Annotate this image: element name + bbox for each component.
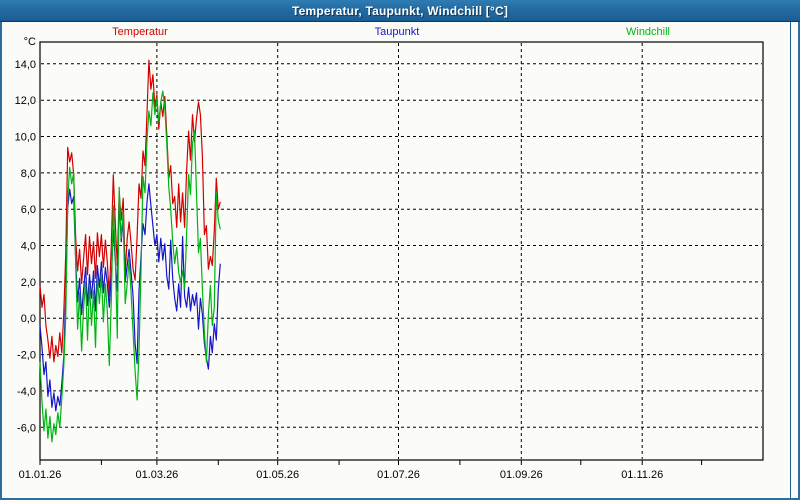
x-tick-label: 01.03.26 [135, 469, 178, 481]
y-tick-label: -6,0 [17, 422, 36, 434]
y-tick-label: -2,0 [17, 350, 36, 362]
x-tick-label: 01.01.26 [19, 469, 62, 481]
legend-label-windchill: Windchill [625, 26, 671, 38]
chart-legend: Temperatur Taupunkt Windchill [0, 24, 800, 40]
app-window: 14,0 12,0 10,0 8,0 6,0 4,0 2,0 0,0 -2,0 -4,0 -6,0 0… [0, 0, 800, 500]
panel-inner-border [790, 22, 791, 498]
title-bar[interactable]: Temperatur, Taupunkt, Windchill [°C] [0, 0, 800, 22]
legend-label-temperatur: Temperatur [112, 26, 168, 38]
x-tick-label: 01.09.26 [500, 469, 543, 481]
y-tick-label: 4,0 [21, 241, 36, 253]
x-tick-label: 01.07.26 [377, 469, 420, 481]
y-tick-label: 2,0 [21, 277, 36, 289]
legend-label-taupunkt: Taupunkt [374, 26, 420, 38]
y-tick-label: 14,0 [15, 59, 36, 71]
window-frame-left [0, 22, 2, 500]
y-tick-label: 8,0 [21, 168, 36, 180]
y-axis-unit-label: °C [23, 36, 36, 48]
chart-plot-area: 14,0 12,0 10,0 8,0 6,0 4,0 2,0 0,0 -2,0 -4,0 -6,0 0… [15, 41, 764, 481]
y-tick-label: 6,0 [21, 204, 36, 216]
plot-border [39, 41, 764, 461]
y-tick-label: 10,0 [15, 132, 36, 144]
y-tick-label: -4,0 [17, 386, 36, 398]
x-tick-label: 01.05.26 [256, 469, 299, 481]
window-title: Temperatur, Taupunkt, Windchill [°C] [291, 3, 509, 18]
y-tick-label: 12,0 [15, 95, 36, 107]
x-tick-label: 01.11.26 [621, 469, 663, 481]
y-tick-label: 0,0 [21, 313, 36, 325]
